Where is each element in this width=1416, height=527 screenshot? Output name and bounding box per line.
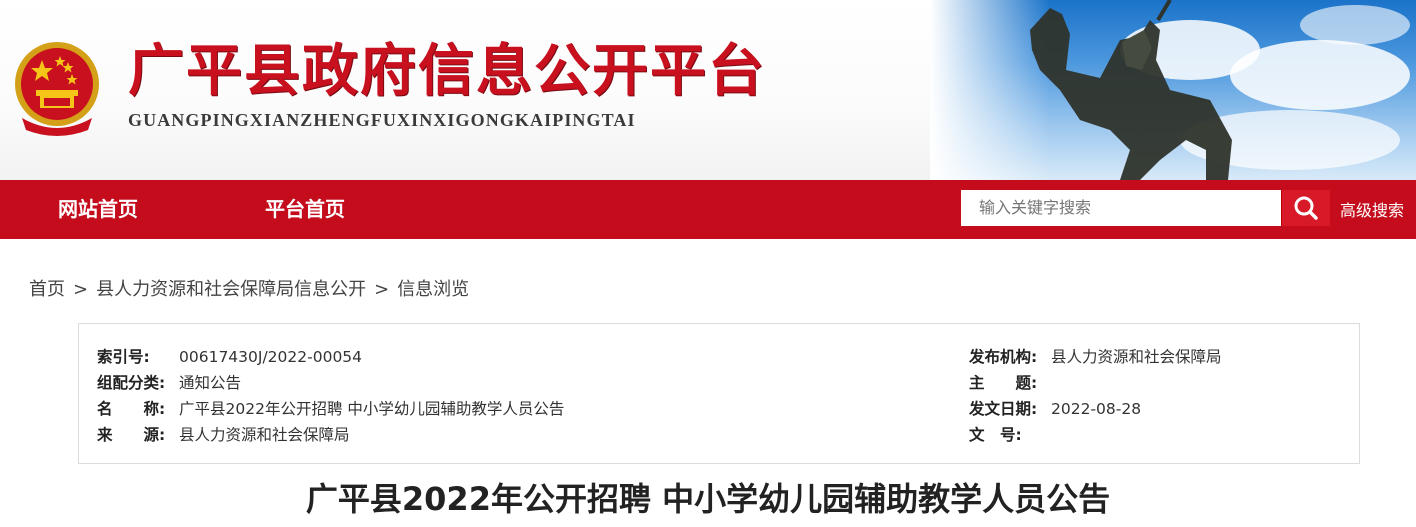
breadcrumb-separator: >: [374, 279, 390, 300]
info-value-publisher: 县人力资源和社会保障局: [1051, 348, 1222, 366]
info-label-docno: 文 号:: [969, 426, 1022, 444]
info-row-index: 索引号: 00617430J/2022-00054: [97, 344, 564, 370]
info-row-name: 名 称: 广平县2022年公开招聘 中小学幼儿园辅助教学人员公告: [97, 396, 564, 422]
info-value-name: 广平县2022年公开招聘 中小学幼儿园辅助教学人员公告: [179, 400, 565, 418]
breadcrumb-home[interactable]: 首页: [29, 279, 65, 300]
breadcrumb-separator: >: [73, 279, 89, 300]
search-input[interactable]: [961, 190, 1281, 226]
search-button[interactable]: [1281, 190, 1330, 226]
site-title: 广平县政府信息公开平台: [128, 38, 766, 104]
equestrian-statue-image: [1030, 0, 1232, 180]
info-label-name: 名 称:: [97, 400, 166, 418]
info-value-date: 2022-08-28: [1051, 400, 1142, 418]
info-row-category: 组配分类: 通知公告: [97, 370, 564, 396]
info-column-right: 发布机构: 县人力资源和社会保障局 主 题: 发文日期: 2022-08-28 文 …: [969, 344, 1222, 448]
info-row-source: 来 源: 县人力资源和社会保障局: [97, 422, 564, 448]
article-title: 广平县2022年公开招聘 中小学幼儿园辅助教学人员公告: [305, 480, 1111, 518]
info-value-category: 通知公告: [179, 374, 242, 392]
nav-home-link[interactable]: 网站首页: [58, 180, 138, 239]
info-row-docno: 文 号:: [969, 422, 1222, 448]
info-row-date: 发文日期: 2022-08-28: [969, 396, 1222, 422]
breadcrumb-current[interactable]: 信息浏览: [397, 279, 469, 300]
info-column-left: 索引号: 00617430J/2022-00054 组配分类: 通知公告 名 称: 广…: [97, 344, 564, 448]
info-label-date: 发文日期:: [969, 400, 1038, 418]
site-subtitle: GUANGPINGXIANZHENGFUXINXIGONGKAIPINGTAI: [128, 110, 636, 130]
info-row-publisher: 发布机构: 县人力资源和社会保障局: [969, 344, 1222, 370]
info-label-category: 组配分类:: [97, 374, 166, 392]
info-label-index: 索引号:: [97, 348, 150, 366]
breadcrumb-department[interactable]: 县人力资源和社会保障局信息公开: [96, 279, 366, 300]
document-info-box: 索引号: 00617430J/2022-00054 组配分类: 通知公告 名 称: 广…: [78, 323, 1360, 464]
info-value-source: 县人力资源和社会保障局: [179, 426, 350, 444]
advanced-search-link[interactable]: 高级搜索: [1340, 180, 1404, 239]
main-navbar: 网站首页 平台首页 高级搜索: [0, 180, 1416, 239]
info-label-source: 来 源:: [97, 426, 166, 444]
info-row-subject: 主 题:: [969, 370, 1222, 396]
breadcrumb: 首页 > 县人力资源和社会保障局信息公开 > 信息浏览: [29, 275, 469, 301]
info-label-subject: 主 题:: [969, 374, 1038, 392]
nav-platform-link[interactable]: 平台首页: [265, 180, 345, 239]
search-icon: [1294, 196, 1318, 220]
info-label-publisher: 发布机构:: [969, 348, 1038, 366]
header-banner: 广平县政府信息公开平台 GUANGPINGXIANZHENGFUXINXIGON…: [0, 0, 1416, 180]
national-emblem-icon: [15, 42, 99, 136]
info-value-index: 00617430J/2022-00054: [179, 348, 363, 366]
